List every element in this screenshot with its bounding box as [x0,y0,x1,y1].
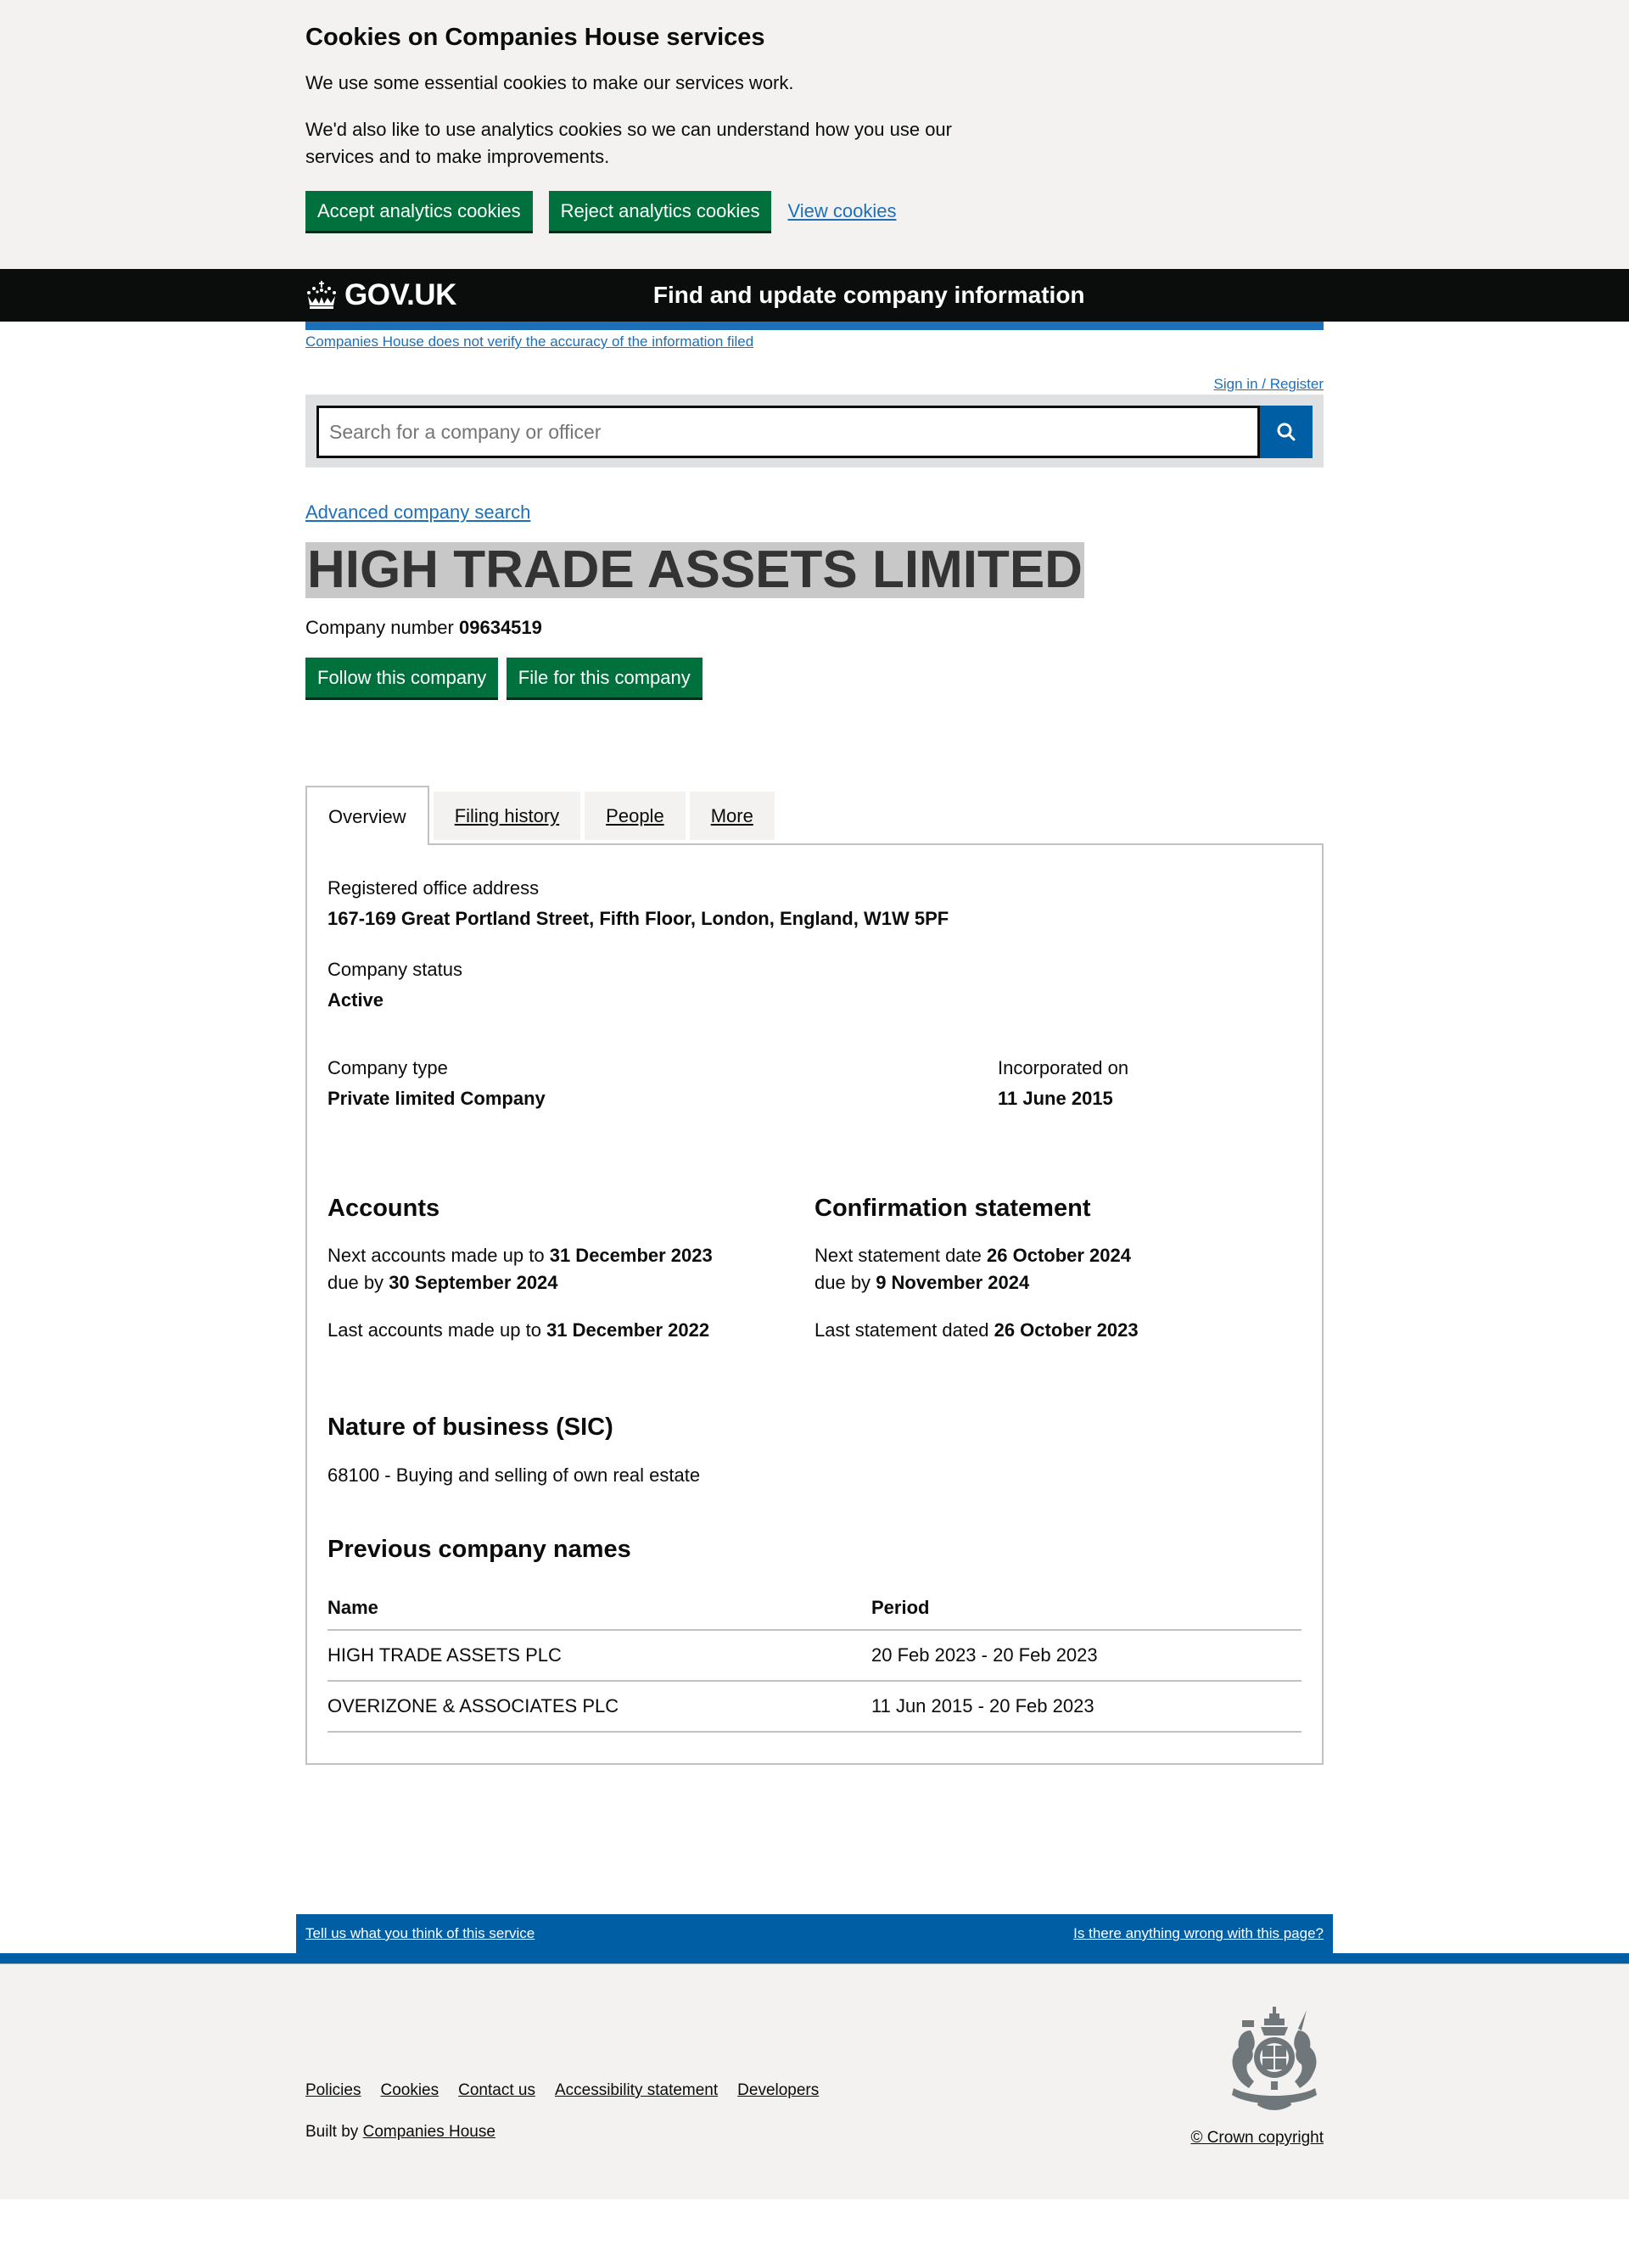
disclaimer-link[interactable]: Companies House does not verify the accu… [305,333,1324,350]
column-header-period: Period [871,1590,1302,1631]
tab-overview[interactable]: Overview [305,786,429,845]
site-header: GOV.UK Find and update company informati… [0,269,1629,322]
last-accounts: Last accounts made up to 31 December 202… [327,1317,814,1344]
advanced-search-link[interactable]: Advanced company search [305,501,530,524]
address-label: Registered office address [327,877,540,899]
company-number-label: Company number [305,617,454,638]
cookie-banner: Cookies on Companies House services We u… [0,0,1629,269]
incorporated-label: Incorporated on [998,1057,1129,1078]
next-statement-label: Next statement date [814,1245,982,1266]
follow-company-button[interactable]: Follow this company [305,658,499,697]
previous-name-period: 20 Feb 2023 - 20 Feb 2023 [871,1630,1302,1682]
type-label: Company type [327,1057,448,1078]
built-by-label: Built by [305,2123,359,2141]
last-accounts-label: Last accounts made up to [327,1319,541,1341]
next-accounts: Next accounts made up to 31 December 202… [327,1242,814,1296]
footer-links: Policies Cookies Contact us Accessibilit… [305,2081,838,2100]
reject-cookies-button[interactable]: Reject analytics cookies [548,191,772,231]
overview-panel: Registered office address 167-169 Great … [305,843,1324,1765]
tab-more[interactable]: More [689,792,775,840]
company-type: Company type Private limited Company [327,1056,998,1112]
built-by: Built by Companies House [305,2123,495,2142]
type-value: Private limited Company [327,1088,546,1109]
company-tabs: Overview Filing history People More [305,786,1324,845]
accounts-section: Accounts Next accounts made up to 31 Dec… [327,1193,814,1344]
logo-text: GOV.UK [344,278,456,311]
accounts-due-label: due by [327,1272,384,1293]
crown-icon [307,281,336,309]
site-footer: Policies Cookies Contact us Accessibilit… [0,1963,1629,2199]
company-status: Company status Active [327,957,1302,1013]
previous-name: OVERIZONE & ASSOCIATES PLC [327,1681,871,1733]
feedback-strip [0,1953,1629,1963]
next-accounts-date: 31 December 2023 [549,1245,713,1266]
company-number: Company number 09634519 [305,615,1324,641]
search-bar [305,395,1324,468]
cookie-banner-title: Cookies on Companies House services [305,24,765,51]
accept-cookies-button[interactable]: Accept analytics cookies [305,191,533,231]
previous-name-period: 11 Jun 2015 - 20 Feb 2023 [871,1681,1302,1733]
feedback-link[interactable]: Tell us what you think of this service [305,1925,535,1942]
previous-name: HIGH TRADE ASSETS PLC [327,1630,871,1682]
search-icon [1277,423,1296,441]
search-button[interactable] [1260,406,1313,458]
service-name[interactable]: Find and update company information [653,282,1085,309]
statement-due-label: due by [814,1272,871,1293]
previous-names-table: Name Period HIGH TRADE ASSETS PLC 20 Feb… [327,1590,1302,1733]
incorporated-value: 11 June 2015 [998,1088,1113,1109]
next-accounts-label: Next accounts made up to [327,1245,545,1266]
previous-names-heading: Previous company names [327,1536,631,1563]
header-blue-bar [305,322,1324,330]
accounts-confirmation: Accounts Next accounts made up to 31 Dec… [327,1193,1302,1344]
cookie-actions: Accept analytics cookies Reject analytic… [305,191,1324,231]
feedback-bar: Tell us what you think of this service I… [0,1914,1629,1963]
last-accounts-date: 31 December 2022 [546,1319,710,1341]
view-cookies-link[interactable]: View cookies [787,200,896,222]
crown-copyright-link[interactable]: © Crown copyright [1190,2129,1324,2148]
next-statement: Next statement date 26 October 2024 due … [814,1242,1302,1296]
table-header-row: Name Period [327,1590,1302,1631]
footer-link-cookies[interactable]: Cookies [380,2081,439,2100]
company-number-value: 09634519 [459,617,542,638]
report-problem-link[interactable]: Is there anything wrong with this page? [1073,1925,1324,1942]
last-statement: Last statement dated 26 October 2023 [814,1317,1302,1344]
footer-link-contact[interactable]: Contact us [458,2081,535,2100]
company-name: HIGH TRADE ASSETS LIMITED [305,540,1084,599]
table-row: HIGH TRADE ASSETS PLC 20 Feb 2023 - 20 F… [327,1630,1302,1682]
address-value: 167-169 Great Portland Street, Fifth Flo… [327,908,949,929]
accounts-due-date: 30 September 2024 [389,1272,558,1293]
file-for-company-button[interactable]: File for this company [506,658,703,697]
column-header-name: Name [327,1590,871,1631]
last-statement-date: 26 October 2023 [994,1319,1139,1341]
footer-link-accessibility[interactable]: Accessibility statement [555,2081,718,2100]
next-statement-date: 26 October 2024 [987,1245,1131,1266]
sic-item: 68100 - Buying and selling of own real e… [327,1464,701,1486]
cookie-banner-text: We'd also like to use analytics cookies … [305,119,952,167]
incorporated-on: Incorporated on 11 June 2015 [998,1056,1128,1112]
cookie-banner-text: We use some essential cookies to make ou… [305,72,794,93]
last-statement-label: Last statement dated [814,1319,989,1341]
registered-address: Registered office address 167-169 Great … [327,876,1302,932]
companies-house-link[interactable]: Companies House [363,2123,495,2141]
main-content: Companies House does not verify the accu… [305,333,1324,1765]
confirmation-section: Confirmation statement Next statement da… [814,1193,1302,1344]
status-value: Active [327,989,384,1011]
tab-filing-history[interactable]: Filing history [433,792,581,840]
confirmation-heading: Confirmation statement [814,1195,1091,1222]
company-actions: Follow this company File for this compan… [305,658,1324,697]
accounts-heading: Accounts [327,1195,440,1222]
sic-heading: Nature of business (SIC) [327,1414,613,1441]
search-input[interactable] [316,406,1260,458]
footer-link-policies[interactable]: Policies [305,2081,361,2100]
sign-in-link[interactable]: Sign in / Register [1214,376,1324,393]
footer-link-developers[interactable]: Developers [737,2081,819,2100]
govuk-logo[interactable]: GOV.UK [305,278,456,312]
feedback-links: Tell us what you think of this service I… [296,1914,1333,1953]
tab-people[interactable]: People [585,792,686,840]
status-label: Company status [327,959,462,980]
statement-due-date: 9 November 2024 [876,1272,1030,1293]
royal-coat-of-arms-icon [1232,2007,1317,2110]
type-incorporation-row: Company type Private limited Company Inc… [327,1056,1302,1112]
table-row: OVERIZONE & ASSOCIATES PLC 11 Jun 2015 -… [327,1681,1302,1733]
